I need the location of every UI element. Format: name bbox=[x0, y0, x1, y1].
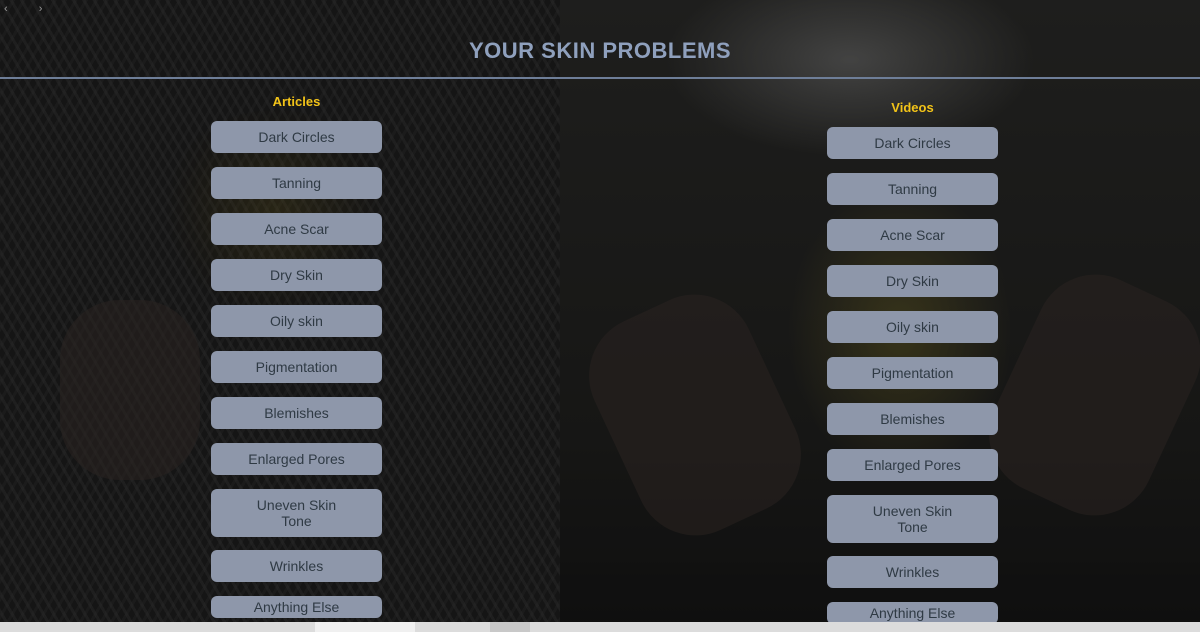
article-enlarged-pores-button[interactable]: Enlarged Pores bbox=[211, 443, 382, 475]
articles-heading: Articles bbox=[272, 94, 321, 109]
video-oily-skin-button[interactable]: Oily skin bbox=[827, 311, 998, 343]
article-anything-else-button[interactable]: Anything Else bbox=[211, 596, 382, 618]
video-dark-circles-button[interactable]: Dark Circles bbox=[827, 127, 998, 159]
article-uneven-skin-tone-button[interactable]: Uneven Skin Tone bbox=[211, 489, 382, 537]
article-tanning-button[interactable]: Tanning bbox=[211, 167, 382, 199]
video-blemishes-button[interactable]: Blemishes bbox=[827, 403, 998, 435]
background-shade bbox=[0, 0, 1200, 632]
bottom-bar-segment bbox=[490, 622, 530, 632]
bottom-bar bbox=[0, 622, 1200, 632]
article-oily-skin-button[interactable]: Oily skin bbox=[211, 305, 382, 337]
article-acne-scar-button[interactable]: Acne Scar bbox=[211, 213, 382, 245]
article-pigmentation-button[interactable]: Pigmentation bbox=[211, 351, 382, 383]
videos-heading: Videos bbox=[891, 100, 934, 115]
video-uneven-skin-tone-button[interactable]: Uneven Skin Tone bbox=[827, 495, 998, 543]
video-tanning-button[interactable]: Tanning bbox=[827, 173, 998, 205]
article-dry-skin-button[interactable]: Dry Skin bbox=[211, 259, 382, 291]
page-title: YOUR SKIN PROBLEMS bbox=[468, 38, 732, 63]
video-anything-else-button[interactable]: Anything Else bbox=[827, 602, 998, 624]
video-dry-skin-button[interactable]: Dry Skin bbox=[827, 265, 998, 297]
article-wrinkles-button[interactable]: Wrinkles bbox=[211, 550, 382, 582]
video-pigmentation-button[interactable]: Pigmentation bbox=[827, 357, 998, 389]
videos-column: Videos Dark Circles Tanning Acne Scar Dr… bbox=[827, 100, 998, 632]
video-enlarged-pores-button[interactable]: Enlarged Pores bbox=[827, 449, 998, 481]
title-divider bbox=[0, 77, 1200, 79]
article-dark-circles-button[interactable]: Dark Circles bbox=[211, 121, 382, 153]
video-acne-scar-button[interactable]: Acne Scar bbox=[827, 219, 998, 251]
page: ‹ › YOUR SKIN PROBLEMS Articles Dark Cir… bbox=[0, 0, 1200, 632]
article-blemishes-button[interactable]: Blemishes bbox=[211, 397, 382, 429]
bottom-bar-segment bbox=[315, 622, 415, 632]
articles-column: Articles Dark Circles Tanning Acne Scar … bbox=[211, 94, 382, 632]
video-wrinkles-button[interactable]: Wrinkles bbox=[827, 556, 998, 588]
slider-arrows[interactable]: ‹ › bbox=[4, 3, 56, 15]
